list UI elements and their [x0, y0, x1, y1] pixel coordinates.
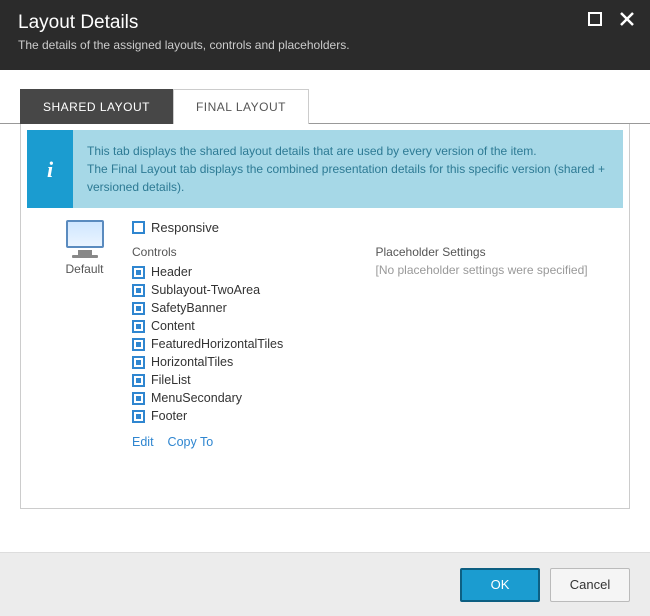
placeholders-heading: Placeholder Settings: [376, 245, 620, 259]
dialog-subtitle: The details of the assigned layouts, con…: [18, 38, 632, 52]
control-item: SafetyBanner: [132, 299, 376, 317]
control-item: HorizontalTiles: [132, 353, 376, 371]
controls-list: Header Sublayout-TwoArea SafetyBanner Conte…: [132, 263, 376, 425]
layout-panel: i This tab displays the shared layout de…: [20, 124, 630, 509]
cancel-button[interactable]: Cancel: [550, 568, 630, 602]
layout-name-row: Responsive: [132, 220, 619, 235]
control-item: FileList: [132, 371, 376, 389]
info-text: This tab displays the shared layout deta…: [73, 130, 623, 208]
rendering-icon: [132, 266, 145, 279]
control-label: FeaturedHorizontalTiles: [151, 337, 283, 351]
tab-shared-layout[interactable]: SHARED LAYOUT: [20, 89, 173, 124]
tab-final-layout[interactable]: FINAL LAYOUT: [173, 89, 309, 124]
maximize-icon[interactable]: [586, 10, 604, 28]
control-item: MenuSecondary: [132, 389, 376, 407]
rendering-icon: [132, 410, 145, 423]
dialog-footer: OK Cancel: [0, 552, 650, 616]
titlebar: Layout Details The details of the assign…: [0, 0, 650, 70]
info-line2: The Final Layout tab displays the combin…: [87, 160, 609, 196]
control-item: Header: [132, 263, 376, 281]
info-line1: This tab displays the shared layout deta…: [87, 142, 609, 160]
control-item: Footer: [132, 407, 376, 425]
control-label: Footer: [151, 409, 187, 423]
placeholders-empty: [No placeholder settings were specified]: [376, 263, 620, 277]
close-icon[interactable]: [618, 10, 636, 28]
monitor-icon: [66, 220, 104, 248]
layout-scroll[interactable]: i This tab displays the shared layout de…: [21, 124, 629, 508]
controls-heading: Controls: [132, 245, 376, 259]
rendering-icon: [132, 302, 145, 315]
control-label: MenuSecondary: [151, 391, 242, 405]
tabbar: SHARED LAYOUT FINAL LAYOUT: [0, 88, 650, 124]
control-item: Sublayout-TwoArea: [132, 281, 376, 299]
layout-icon: [132, 221, 145, 234]
dialog-title: Layout Details: [18, 12, 632, 34]
control-label: FileList: [151, 373, 191, 387]
rendering-icon: [132, 320, 145, 333]
control-label: Header: [151, 265, 192, 279]
rendering-icon: [132, 374, 145, 387]
control-item: FeaturedHorizontalTiles: [132, 335, 376, 353]
control-label: Sublayout-TwoArea: [151, 283, 260, 297]
control-label: SafetyBanner: [151, 301, 227, 315]
rendering-icon: [132, 356, 145, 369]
device-default[interactable]: Default: [37, 220, 132, 449]
control-item: Content: [132, 317, 376, 335]
edit-link[interactable]: Edit: [132, 435, 154, 449]
layout-name: Responsive: [151, 220, 219, 235]
rendering-icon: [132, 338, 145, 351]
rendering-icon: [132, 284, 145, 297]
ok-button[interactable]: OK: [460, 568, 540, 602]
device-label: Default: [37, 262, 132, 276]
info-banner: i This tab displays the shared layout de…: [27, 130, 623, 208]
copy-to-link[interactable]: Copy To: [168, 435, 214, 449]
info-icon: i: [27, 130, 73, 208]
rendering-icon: [132, 392, 145, 405]
control-label: HorizontalTiles: [151, 355, 233, 369]
control-label: Content: [151, 319, 195, 333]
